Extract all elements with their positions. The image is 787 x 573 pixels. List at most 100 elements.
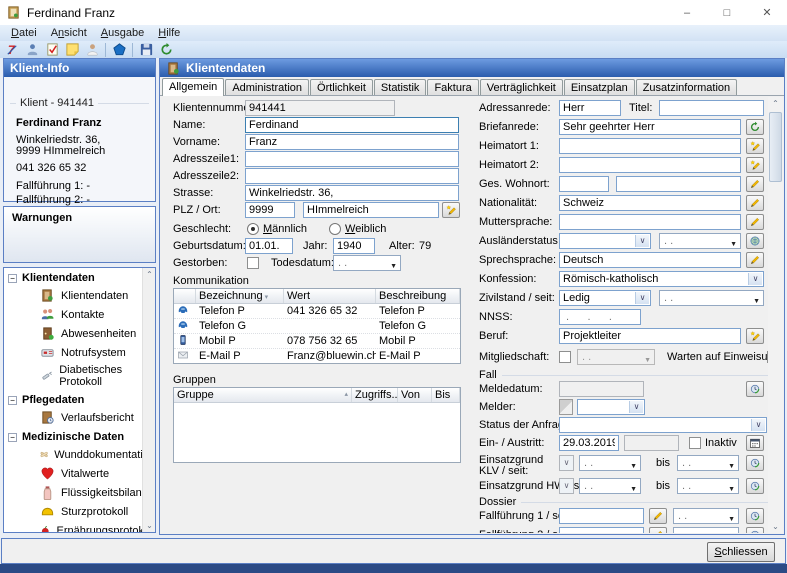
minimize-button[interactable]: – — [667, 0, 707, 25]
beruf-input[interactable] — [559, 328, 741, 344]
konfession-dropdown[interactable]: Römisch-katholisch∨ — [559, 271, 764, 287]
nationalitaet-input[interactable] — [559, 195, 741, 211]
auslaenderstatus-dropdown[interactable]: ∨ — [559, 233, 651, 249]
heimatort2-lookup-button[interactable] — [746, 157, 764, 173]
tab-vertraeglichkeit[interactable]: Verträglichkeit — [480, 79, 563, 95]
tree-item-diabetisches-protokoll[interactable]: Diabetisches Protokoll — [4, 362, 155, 390]
ges-wohnort-plz-input[interactable] — [559, 176, 609, 192]
collapse-icon[interactable]: − — [8, 396, 17, 405]
scroll-down-icon[interactable]: ⌄ — [768, 520, 783, 533]
titel-input[interactable] — [659, 100, 764, 116]
meldedatum-history-button[interactable] — [746, 381, 764, 397]
tab-administration[interactable]: Administration — [225, 79, 309, 95]
tree-item-verlaufsbericht[interactable]: Verlaufsbericht — [4, 408, 155, 427]
meldedatum-input — [559, 381, 644, 397]
adressanrede-input[interactable] — [559, 100, 621, 116]
tree-item-kontakte[interactable]: Kontakte — [4, 305, 155, 324]
tree-item-sturzprotokoll[interactable]: Sturzprotokoll — [4, 502, 155, 521]
beruf-lookup-button[interactable] — [746, 328, 764, 344]
eintritt-input[interactable] — [559, 435, 619, 451]
klv-history-button[interactable] — [746, 455, 764, 471]
klient-phone: 041 326 65 32 — [16, 162, 86, 174]
tree-item-vitalwerte[interactable]: Vitalwerte — [4, 464, 155, 483]
einsatzgrund-klv-dropdown[interactable]: ∨ — [559, 455, 574, 471]
muttersprache-input[interactable] — [559, 214, 741, 230]
tree-item-ernaehrungsprotokoll[interactable]: Ernährungsprotokoll — [4, 521, 155, 533]
note-icon[interactable] — [63, 42, 81, 58]
einsatzgrund-hw-dropdown[interactable]: ∨ — [559, 478, 574, 494]
auslaenderstatus-history-button[interactable] — [746, 233, 764, 249]
fallfuehrung2-date-dropdown[interactable]: . .▼ — [673, 527, 739, 533]
tree-item-notrufsystem[interactable]: Notrufsystem — [4, 343, 155, 362]
scrollbar-thumb[interactable] — [769, 112, 782, 182]
tree-group-pflegedaten[interactable]: − Pflegedaten — [4, 390, 155, 408]
briefanrede-input[interactable] — [559, 119, 741, 135]
client-icon[interactable] — [23, 42, 41, 58]
nnss-input[interactable] — [559, 309, 641, 325]
heimatort2-input[interactable] — [559, 157, 741, 173]
fallfuehrung2-input[interactable] — [559, 527, 644, 533]
tab-einsatzplan[interactable]: Einsatzplan — [564, 79, 635, 95]
tree-group-medizinische-daten[interactable]: − Medizinische Daten — [4, 427, 155, 445]
ges-wohnort-ort-input[interactable] — [616, 176, 741, 192]
fallfuehrung2-history-button[interactable] — [746, 527, 764, 533]
ges-wohnort-edit-button[interactable] — [746, 176, 764, 192]
fallfuehrung1-edit-button[interactable] — [649, 508, 667, 524]
hw-bis-dropdown[interactable]: . .▼ — [677, 478, 739, 494]
fallfuehrung1-date-dropdown[interactable]: . .▼ — [673, 508, 739, 524]
sprechsprache-edit-button[interactable] — [746, 252, 764, 268]
tab-faktura[interactable]: Faktura — [427, 79, 478, 95]
zivilstand-date-dropdown[interactable]: . .▼ — [659, 290, 764, 306]
refresh-icon[interactable] — [157, 42, 175, 58]
inaktiv-checkbox[interactable] — [689, 437, 701, 449]
tab-zusatzinformation[interactable]: Zusatzinformation — [636, 79, 737, 95]
schliessen-button[interactable]: Schliessen — [707, 542, 775, 562]
fallfuehrung2-edit-button[interactable] — [649, 527, 667, 533]
menu-datei[interactable]: Datei — [4, 26, 44, 40]
menu-ansicht[interactable]: Ansicht — [44, 26, 94, 40]
journal-icon[interactable]: 7 — [3, 42, 21, 58]
tree-scrollbar[interactable]: ⌃ ⌄ — [142, 268, 155, 532]
status-anfrage-dropdown[interactable]: ∨ — [559, 417, 767, 433]
shape-icon[interactable] — [110, 42, 128, 58]
tree-item-abwesenheiten[interactable]: Abwesenheiten — [4, 324, 155, 343]
klv-bis-dropdown[interactable]: . .▼ — [677, 455, 739, 471]
scroll-up-icon[interactable]: ⌃ — [768, 97, 783, 110]
tasks-icon[interactable] — [43, 42, 61, 58]
heimatort1-lookup-button[interactable] — [746, 138, 764, 154]
zivilstand-dropdown[interactable]: Ledig∨ — [559, 290, 651, 306]
briefanrede-refresh-button[interactable] — [746, 119, 764, 135]
mitgliedschaft-checkbox[interactable] — [559, 351, 571, 363]
save-icon[interactable] — [137, 42, 155, 58]
tab-statistik[interactable]: Statistik — [374, 79, 427, 95]
heimatort1-input[interactable] — [559, 138, 741, 154]
menu-hilfe[interactable]: Hilfe — [151, 26, 187, 40]
tree-item-fluessigkeitsbilanz[interactable]: Flüssigkeitsbilanz — [4, 483, 155, 502]
scroll-up-icon[interactable]: ⌃ — [143, 268, 156, 281]
hw-history-button[interactable] — [746, 478, 764, 494]
tab-allgemein[interactable]: Allgemein — [162, 78, 224, 96]
muttersprache-edit-button[interactable] — [746, 214, 764, 230]
form-scrollbar[interactable]: ⌃ ⌄ — [768, 97, 783, 533]
tree-group-klientendaten[interactable]: − Klientendaten — [4, 268, 155, 286]
hw-von-dropdown[interactable]: . .▼ — [579, 478, 641, 494]
tab-oertlichkeit[interactable]: Örtlichkeit — [310, 79, 373, 95]
ein-austritt-calendar-button[interactable] — [746, 435, 764, 451]
fallfuehrung1-input[interactable] — [559, 508, 644, 524]
sprechsprache-input[interactable] — [559, 252, 741, 268]
contact-icon[interactable] — [83, 42, 101, 58]
menu-ausgabe[interactable]: Ausgabe — [94, 26, 151, 40]
klv-von-dropdown[interactable]: . .▼ — [579, 455, 641, 471]
tree-item-klientendaten[interactable]: Klientendaten — [4, 286, 155, 305]
melder-dropdown[interactable]: ∨ — [577, 399, 645, 415]
collapse-icon[interactable]: − — [8, 274, 17, 283]
tree-item-wunddokumentation[interactable]: Wunddokumentation — [4, 445, 155, 464]
fallfuehrung1-history-button[interactable] — [746, 508, 764, 524]
scroll-down-icon[interactable]: ⌄ — [143, 519, 156, 532]
close-icon[interactable]: ✕ — [747, 0, 787, 25]
maximize-button[interactable]: □ — [707, 0, 747, 25]
melder-picker-button[interactable] — [559, 399, 573, 415]
nationalitaet-edit-button[interactable] — [746, 195, 764, 211]
collapse-icon[interactable]: − — [8, 433, 17, 442]
auslaenderstatus-date-dropdown[interactable]: . .▼ — [659, 233, 741, 249]
